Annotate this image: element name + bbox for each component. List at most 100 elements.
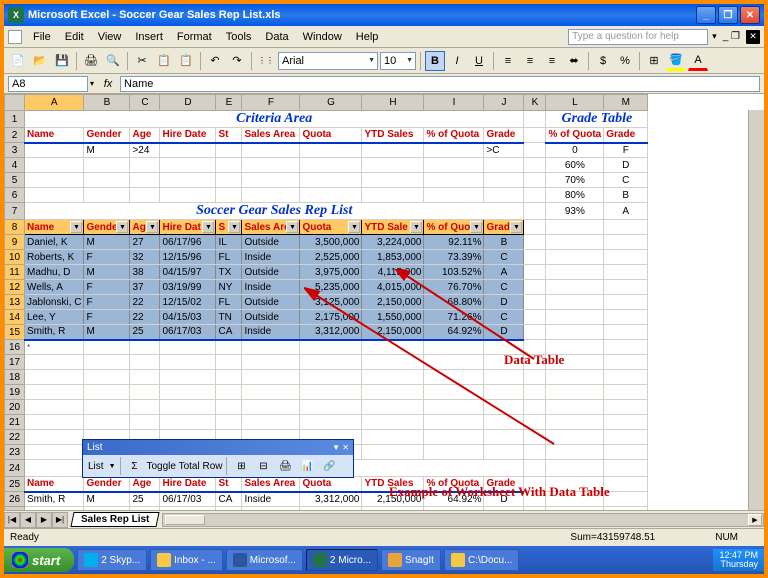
- cell-C5[interactable]: [130, 173, 160, 188]
- cell-B16[interactable]: [84, 340, 130, 355]
- cell-D8[interactable]: Hire Dat▼: [160, 220, 216, 235]
- cell-M13[interactable]: [604, 295, 648, 310]
- cell-B6[interactable]: [84, 188, 130, 203]
- cell-D19[interactable]: [160, 385, 216, 400]
- cell-E12[interactable]: NY: [216, 280, 242, 295]
- cell-J6[interactable]: [484, 188, 524, 203]
- cell-B21[interactable]: [84, 415, 130, 430]
- system-tray[interactable]: 12:47 PM Thursday: [713, 549, 764, 571]
- minimize-button[interactable]: _: [696, 6, 716, 24]
- cell-D4[interactable]: [160, 158, 216, 173]
- cell-H22[interactable]: [362, 430, 424, 445]
- new-button[interactable]: 📄: [8, 51, 28, 71]
- font-name[interactable]: Arial: [278, 52, 378, 70]
- open-button[interactable]: 📂: [30, 51, 50, 71]
- cell-F18[interactable]: [242, 370, 300, 385]
- print-button[interactable]: 🖨: [81, 51, 101, 71]
- cell-D13[interactable]: 12/15/02: [160, 295, 216, 310]
- cell-E3[interactable]: [216, 143, 242, 158]
- cell-F20[interactable]: [242, 400, 300, 415]
- cell-E2[interactable]: St: [216, 128, 242, 143]
- cell-A7[interactable]: Soccer Gear Sales Rep List: [25, 203, 524, 220]
- cut-button[interactable]: ✂: [132, 51, 152, 71]
- cell-M20[interactable]: [604, 400, 648, 415]
- cell-F2[interactable]: Sales Area: [242, 128, 300, 143]
- cell-H12[interactable]: 4,015,000: [362, 280, 424, 295]
- tab-last[interactable]: ▶|: [52, 512, 68, 528]
- cell-G21[interactable]: [300, 415, 362, 430]
- cell-G5[interactable]: [300, 173, 362, 188]
- menu-insert[interactable]: Insert: [128, 29, 170, 45]
- worksheet-close[interactable]: ✕: [746, 30, 760, 44]
- cell-H27[interactable]: [362, 507, 424, 511]
- cell-L24[interactable]: [546, 460, 604, 477]
- cell-E11[interactable]: TX: [216, 265, 242, 280]
- cell-B19[interactable]: [84, 385, 130, 400]
- cell-H11[interactable]: 4,115,000: [362, 265, 424, 280]
- cell-L23[interactable]: [546, 445, 604, 460]
- cell-H13[interactable]: 2,150,000: [362, 295, 424, 310]
- list-toolbar[interactable]: List▼ ✕ List▼ Σ Toggle Total Row ⊞⊟🖨📊🔗: [82, 439, 354, 478]
- cell-K18[interactable]: [524, 370, 546, 385]
- cell-F5[interactable]: [242, 173, 300, 188]
- cell-A11[interactable]: Madhu, D: [25, 265, 84, 280]
- cell-I27[interactable]: [424, 507, 484, 511]
- cell-A4[interactable]: [25, 158, 84, 173]
- cell-E13[interactable]: FL: [216, 295, 242, 310]
- task-microsoft[interactable]: Microsof...: [226, 549, 303, 571]
- cell-M2[interactable]: Grade: [604, 128, 648, 143]
- cell-I12[interactable]: 76.70%: [424, 280, 484, 295]
- cell-L15[interactable]: [546, 325, 604, 340]
- cell-I2[interactable]: % of Quota: [424, 128, 484, 143]
- cell-E10[interactable]: FL: [216, 250, 242, 265]
- cell-B20[interactable]: [84, 400, 130, 415]
- formula-input[interactable]: Name: [120, 76, 760, 92]
- cell-I14[interactable]: 71.26%: [424, 310, 484, 325]
- cell-J5[interactable]: [484, 173, 524, 188]
- cell-I11[interactable]: 103.52%: [424, 265, 484, 280]
- cell-C14[interactable]: 22: [130, 310, 160, 325]
- cell-H6[interactable]: [362, 188, 424, 203]
- cell-H9[interactable]: 3,224,000: [362, 235, 424, 250]
- cell-L5[interactable]: 70%: [546, 173, 604, 188]
- cell-F15[interactable]: Inside: [242, 325, 300, 340]
- cell-L27[interactable]: [546, 507, 604, 511]
- preview-button[interactable]: 🔍: [103, 51, 123, 71]
- cell-E16[interactable]: [216, 340, 242, 355]
- cell-M6[interactable]: B: [604, 188, 648, 203]
- cell-J10[interactable]: C: [484, 250, 524, 265]
- cell-H17[interactable]: [362, 355, 424, 370]
- cell-J9[interactable]: B: [484, 235, 524, 250]
- cell-B5[interactable]: [84, 173, 130, 188]
- cell-G27[interactable]: [300, 507, 362, 511]
- cell-I5[interactable]: [424, 173, 484, 188]
- cell-K24[interactable]: [524, 460, 546, 477]
- cell-H5[interactable]: [362, 173, 424, 188]
- redo-button[interactable]: ↷: [227, 51, 247, 71]
- save-button[interactable]: 💾: [52, 51, 72, 71]
- cell-K5[interactable]: [524, 173, 546, 188]
- cell-A27[interactable]: [25, 507, 84, 511]
- cell-J27[interactable]: [484, 507, 524, 511]
- cell-H20[interactable]: [362, 400, 424, 415]
- cell-K21[interactable]: [524, 415, 546, 430]
- cell-J12[interactable]: C: [484, 280, 524, 295]
- menu-format[interactable]: Format: [170, 29, 219, 45]
- cell-G9[interactable]: 3,500,000: [300, 235, 362, 250]
- cell-J4[interactable]: [484, 158, 524, 173]
- filter-button[interactable]: ▼: [70, 221, 82, 233]
- cell-M8[interactable]: [604, 220, 648, 235]
- cell-L20[interactable]: [546, 400, 604, 415]
- cell-L14[interactable]: [546, 310, 604, 325]
- cell-F19[interactable]: [242, 385, 300, 400]
- cell-K10[interactable]: [524, 250, 546, 265]
- cell-M19[interactable]: [604, 385, 648, 400]
- cell-M4[interactable]: D: [604, 158, 648, 173]
- cell-D16[interactable]: [160, 340, 216, 355]
- cell-I4[interactable]: [424, 158, 484, 173]
- task-skype[interactable]: 2 Skyp...: [77, 549, 147, 571]
- cell-A25[interactable]: Name: [25, 477, 84, 492]
- filter-button[interactable]: ▼: [202, 221, 214, 233]
- cell-A22[interactable]: [25, 430, 84, 445]
- cell-J15[interactable]: D: [484, 325, 524, 340]
